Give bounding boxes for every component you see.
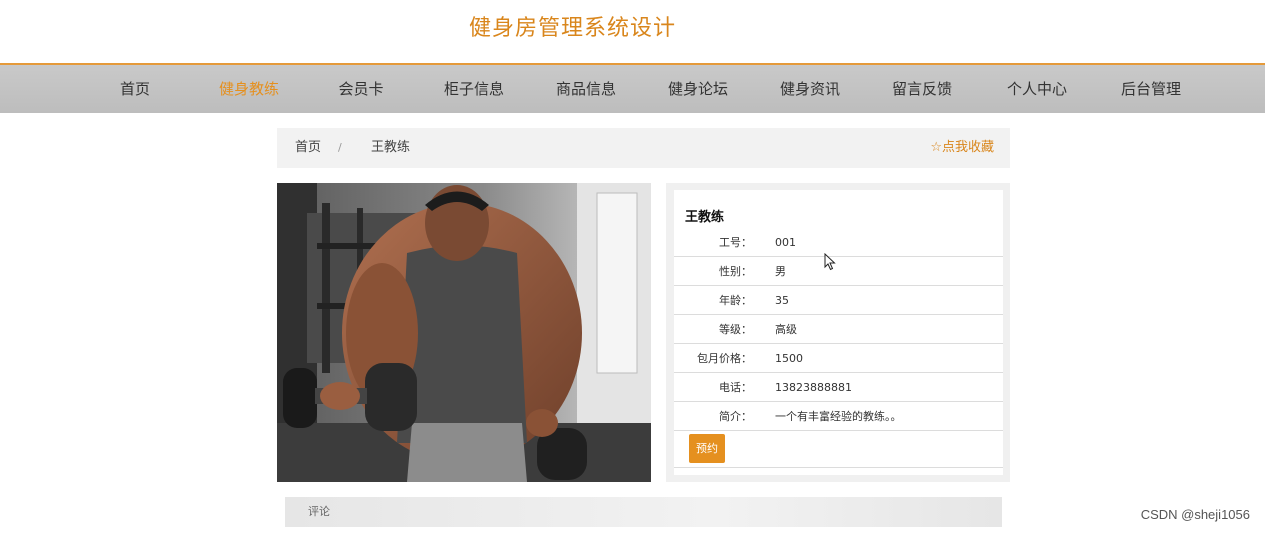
nav-item-coaches[interactable]: 健身教练 [219,65,279,113]
nav-item-membership-card[interactable]: 会员卡 [338,65,383,113]
info-row-id: 工号： 001 [674,228,1003,257]
coach-info-panel: 王教练 工号： 001 性别： 男 年龄： 35 等级： 高级 包月价格： 15… [666,183,1010,482]
coach-info-card: 王教练 工号： 001 性别： 男 年龄： 35 等级： 高级 包月价格： 15… [674,190,1003,475]
coach-photo [277,183,651,482]
info-row-intro: 简介： 一个有丰富经验的教练。。 [674,402,1003,431]
info-label: 性别： [719,265,752,278]
breadcrumb: 首页 / 王教练 ☆点我收藏 [277,128,1010,168]
info-label: 简介： [719,410,752,423]
info-value: 35 [775,294,789,307]
nav-item-admin[interactable]: 后台管理 [1121,65,1181,113]
info-row-phone: 电话： 13823888881 [674,373,1003,402]
mouse-cursor-icon [824,253,836,271]
comments-label: 评论 [308,505,330,518]
nav-item-products[interactable]: 商品信息 [556,65,616,113]
info-label: 等级： [719,323,752,336]
info-row-gender: 性别： 男 [674,257,1003,286]
nav-item-home[interactable]: 首页 [120,65,150,113]
main-navbar: 首页 健身教练 会员卡 柜子信息 商品信息 健身论坛 健身资讯 留言反馈 个人中… [0,63,1265,113]
info-label: 年龄： [719,294,752,307]
nav-item-news[interactable]: 健身资讯 [780,65,840,113]
watermark: CSDN @sheji1056 [1140,507,1250,522]
info-value: 高级 [775,323,797,336]
info-label: 电话： [719,381,752,394]
info-value: 1500 [775,352,803,365]
info-row-level: 等级： 高级 [674,315,1003,344]
info-row-monthly-price: 包月价格： 1500 [674,344,1003,373]
info-label: 工号： [719,236,752,249]
info-value: 001 [775,236,796,249]
nav-item-feedback[interactable]: 留言反馈 [892,65,952,113]
nav-item-lockers[interactable]: 柜子信息 [444,65,504,113]
nav-item-forum[interactable]: 健身论坛 [668,65,728,113]
comments-section-header: 评论 [285,497,1002,527]
book-button[interactable]: 预约 [689,434,725,463]
info-label: 包月价格： [697,352,752,365]
info-value: 男 [775,265,786,278]
coach-name: 王教练 [685,210,725,225]
info-value: 13823888881 [775,381,852,394]
info-row-age: 年龄： 35 [674,286,1003,315]
favorite-button[interactable]: ☆点我收藏 [930,128,994,168]
divider [674,467,1003,468]
info-value: 一个有丰富经验的教练。。 [775,410,902,423]
breadcrumb-current: 王教练 [371,140,411,155]
breadcrumb-home-link[interactable]: 首页 [295,128,321,168]
nav-item-personal-center[interactable]: 个人中心 [1007,65,1067,113]
breadcrumb-separator: / [338,141,342,154]
site-title: 健身房管理系统设计 [468,16,676,41]
